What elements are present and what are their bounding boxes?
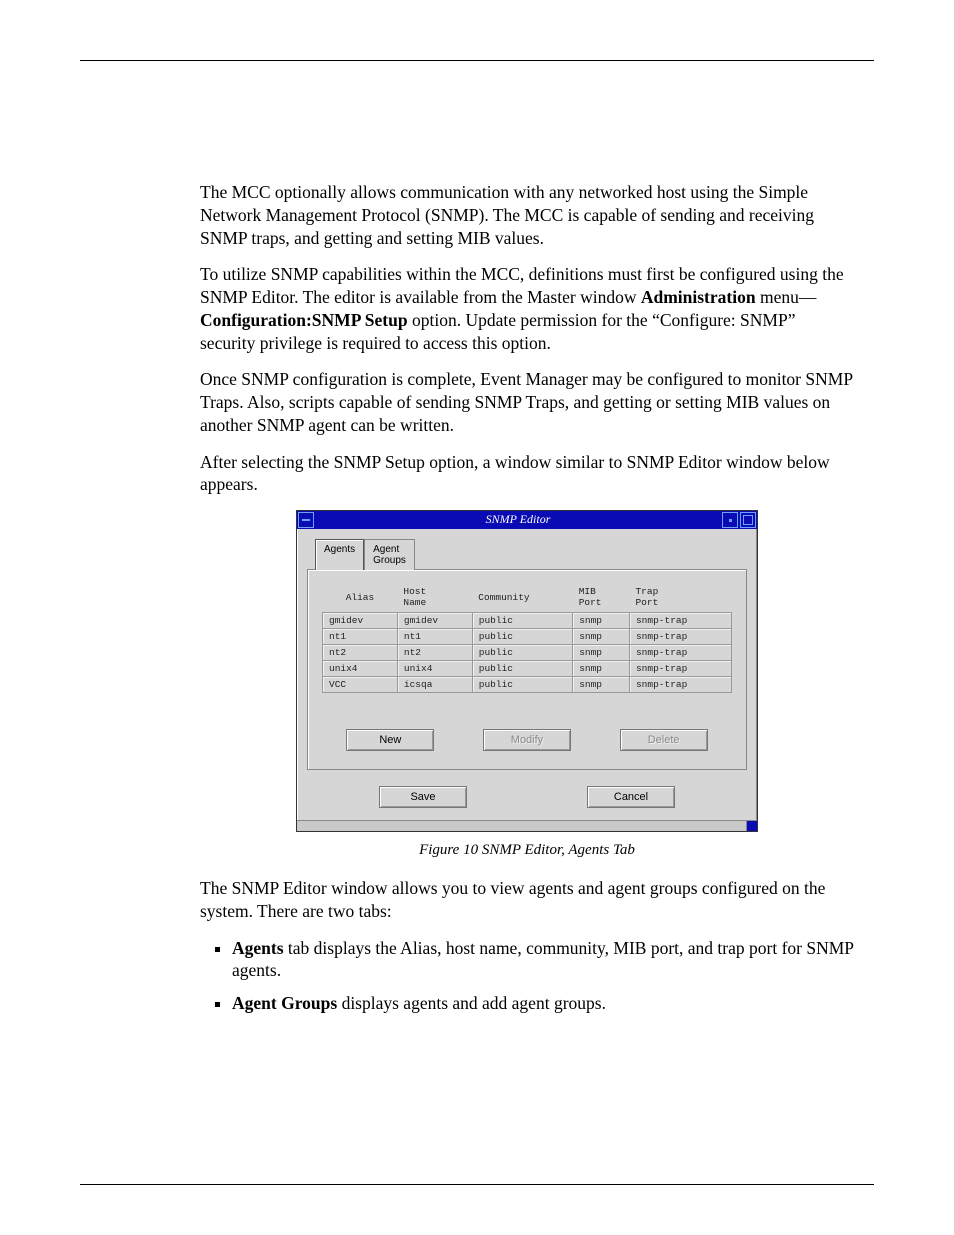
cell-host: icsqa bbox=[397, 677, 472, 693]
cell-host: gmidev bbox=[397, 613, 472, 629]
cell-mib: snmp bbox=[573, 677, 630, 693]
top-rule bbox=[80, 60, 874, 61]
cell-mib: snmp bbox=[573, 629, 630, 645]
col-mib-port: MIB Port bbox=[573, 584, 630, 613]
window-title: SNMP Editor bbox=[315, 511, 721, 529]
bullet-groups-text: displays agents and add agent groups. bbox=[337, 993, 606, 1013]
cell-trap: snmp-trap bbox=[629, 661, 731, 677]
bullet-agents-label: Agents bbox=[232, 938, 284, 958]
pane-button-row: New Modify Delete bbox=[322, 729, 732, 751]
cell-community: public bbox=[472, 629, 572, 645]
cell-community: public bbox=[472, 677, 572, 693]
agents-table: Alias Host Name Community MIB Port Trap … bbox=[322, 584, 732, 693]
snmp-editor-window: SNMP Editor Agents Agent Groups Alias Ho… bbox=[296, 510, 758, 832]
agents-table-header-row: Alias Host Name Community MIB Port Trap … bbox=[323, 584, 732, 613]
tab-pane-agents: Alias Host Name Community MIB Port Trap … bbox=[307, 569, 747, 770]
col-alias: Alias bbox=[323, 584, 398, 613]
cell-trap: snmp-trap bbox=[629, 645, 731, 661]
modify-button: Modify bbox=[483, 729, 571, 751]
cell-alias: unix4 bbox=[323, 661, 398, 677]
tab-agent-groups[interactable]: Agent Groups bbox=[364, 539, 415, 570]
document-page: The MCC optionally allows communication … bbox=[0, 0, 954, 1235]
delete-button: Delete bbox=[620, 729, 708, 751]
table-row[interactable]: nt1nt1publicsnmpsnmp-trap bbox=[323, 629, 732, 645]
cell-mib: snmp bbox=[573, 613, 630, 629]
window-menu-icon[interactable] bbox=[298, 512, 314, 528]
p2-bold-administration: Administration bbox=[641, 287, 756, 307]
bullet-list: Agents tab displays the Alias, host name… bbox=[200, 937, 854, 1015]
window-client-area: Agents Agent Groups Alias Host Name Comm… bbox=[297, 529, 757, 820]
paragraph-1: The MCC optionally allows communication … bbox=[200, 181, 854, 249]
paragraph-5: The SNMP Editor window allows you to vie… bbox=[200, 877, 854, 923]
bullet-groups-label: Agent Groups bbox=[232, 993, 337, 1013]
window-maximize-icon[interactable] bbox=[740, 512, 756, 528]
cell-alias: nt2 bbox=[323, 645, 398, 661]
cell-alias: VCC bbox=[323, 677, 398, 693]
table-row[interactable]: VCCicsqapublicsnmpsnmp-trap bbox=[323, 677, 732, 693]
window-statusbar bbox=[297, 820, 757, 831]
table-row[interactable]: nt2nt2publicsnmpsnmp-trap bbox=[323, 645, 732, 661]
body-text-block: The MCC optionally allows communication … bbox=[200, 181, 854, 496]
cell-alias: nt1 bbox=[323, 629, 398, 645]
cell-community: public bbox=[472, 613, 572, 629]
col-community: Community bbox=[472, 584, 572, 613]
col-trap-port: Trap Port bbox=[629, 584, 731, 613]
cell-mib: snmp bbox=[573, 661, 630, 677]
paragraph-3: Once SNMP configuration is complete, Eve… bbox=[200, 368, 854, 436]
resize-grip-icon[interactable] bbox=[746, 821, 757, 831]
table-row[interactable]: gmidevgmidevpublicsnmpsnmp-trap bbox=[323, 613, 732, 629]
tabs-row: Agents Agent Groups bbox=[315, 539, 747, 570]
paragraph-2: To utilize SNMP capabilities within the … bbox=[200, 263, 854, 354]
bullet-agents-text: tab displays the Alias, host name, commu… bbox=[232, 938, 853, 981]
paragraph-4: After selecting the SNMP Setup option, a… bbox=[200, 451, 854, 497]
cancel-button[interactable]: Cancel bbox=[587, 786, 675, 808]
figure-caption: Figure 10 SNMP Editor, Agents Tab bbox=[200, 842, 854, 859]
cell-host: unix4 bbox=[397, 661, 472, 677]
window-minimize-icon[interactable] bbox=[722, 512, 738, 528]
tab-agents[interactable]: Agents bbox=[315, 539, 364, 570]
cell-mib: snmp bbox=[573, 645, 630, 661]
bullet-agents: Agents tab displays the Alias, host name… bbox=[232, 937, 854, 983]
figure-snmp-editor: SNMP Editor Agents Agent Groups Alias Ho… bbox=[200, 510, 854, 859]
cell-alias: gmidev bbox=[323, 613, 398, 629]
window-button-row: Save Cancel bbox=[307, 786, 747, 808]
window-titlebar[interactable]: SNMP Editor bbox=[297, 511, 757, 529]
col-host: Host Name bbox=[397, 584, 472, 613]
p2-bold-config-snmp: Configuration:SNMP Setup bbox=[200, 310, 408, 330]
cell-host: nt1 bbox=[397, 629, 472, 645]
body-text-block-2: The SNMP Editor window allows you to vie… bbox=[200, 877, 854, 923]
cell-trap: snmp-trap bbox=[629, 677, 731, 693]
bullet-agent-groups: Agent Groups displays agents and add age… bbox=[232, 992, 854, 1015]
cell-community: public bbox=[472, 661, 572, 677]
bottom-rule bbox=[80, 1184, 874, 1185]
table-row[interactable]: unix4unix4publicsnmpsnmp-trap bbox=[323, 661, 732, 677]
agents-table-body: gmidevgmidevpublicsnmpsnmp-trapnt1nt1pub… bbox=[323, 613, 732, 693]
new-button[interactable]: New bbox=[346, 729, 434, 751]
p2-part-c: menu— bbox=[756, 287, 817, 307]
save-button[interactable]: Save bbox=[379, 786, 467, 808]
cell-host: nt2 bbox=[397, 645, 472, 661]
cell-trap: snmp-trap bbox=[629, 629, 731, 645]
cell-trap: snmp-trap bbox=[629, 613, 731, 629]
cell-community: public bbox=[472, 645, 572, 661]
